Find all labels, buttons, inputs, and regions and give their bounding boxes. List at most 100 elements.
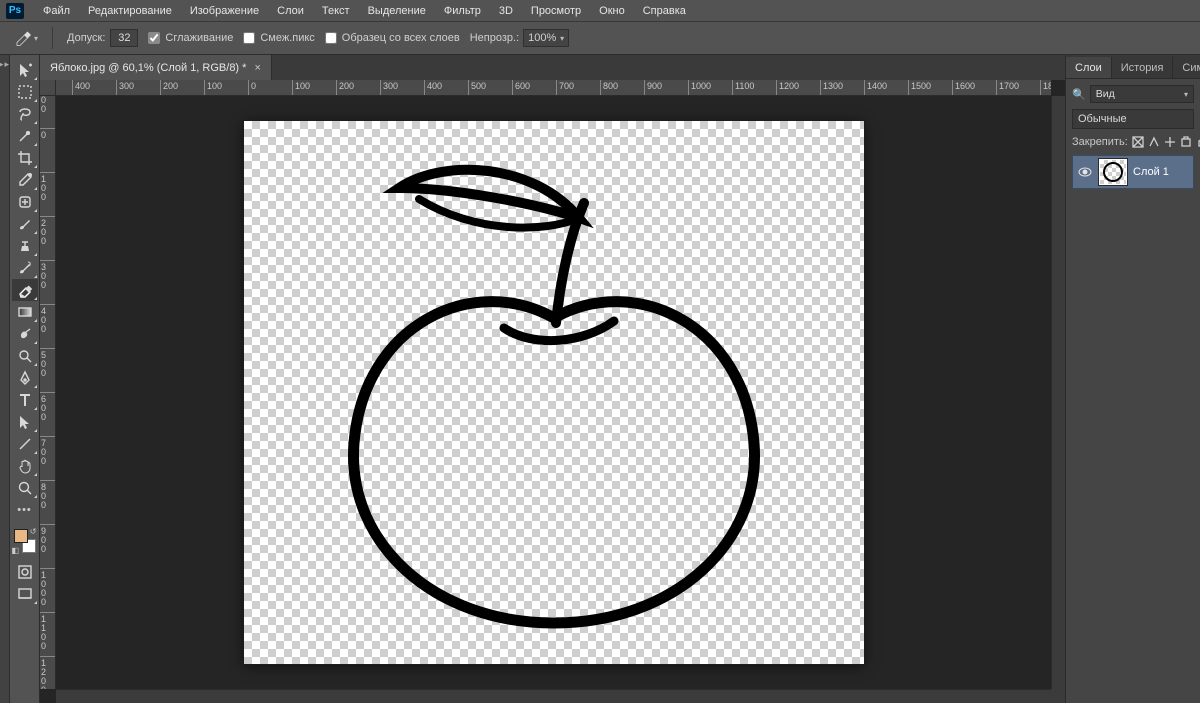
type-tool[interactable] (12, 389, 38, 411)
lock-position-icon[interactable] (1164, 135, 1176, 149)
menu-text[interactable]: Текст (313, 2, 359, 20)
menu-image[interactable]: Изображение (181, 2, 268, 20)
tolerance-input[interactable] (110, 29, 138, 47)
visibility-icon[interactable] (1077, 165, 1093, 179)
gradient-tool[interactable] (12, 301, 38, 323)
antialias-input[interactable] (148, 32, 160, 44)
lock-artboard-icon[interactable] (1180, 135, 1192, 149)
brush-tool[interactable] (12, 213, 38, 235)
layers-panel: 🔍 Вид ▾ Обычные Закрепить: Слой (1066, 79, 1200, 703)
layer-filter-kind[interactable]: Вид ▾ (1090, 85, 1194, 103)
antialias-checkbox[interactable]: Сглаживание (148, 32, 233, 44)
all-layers-checkbox[interactable]: Образец со всех слоев (325, 32, 460, 44)
layer-name[interactable]: Слой 1 (1133, 166, 1169, 178)
eyedropper-tool[interactable] (12, 169, 38, 191)
apple-artwork (284, 143, 824, 643)
close-icon[interactable]: × (254, 62, 260, 74)
chevron-down-icon: ▾ (560, 34, 564, 43)
pen-tool[interactable] (12, 367, 38, 389)
screen-mode-button[interactable] (12, 583, 38, 605)
healing-brush-tool[interactable] (12, 191, 38, 213)
lasso-tool[interactable] (12, 103, 38, 125)
edit-toolbar-button[interactable]: ••• (12, 499, 38, 521)
app-logo: Ps (6, 3, 24, 19)
lock-label: Закрепить: (1072, 136, 1128, 148)
menu-view[interactable]: Просмотр (522, 2, 590, 20)
dodge-tool[interactable] (12, 345, 38, 367)
layer-thumbnail[interactable] (1099, 159, 1127, 185)
menu-3d[interactable]: 3D (490, 2, 522, 20)
all-layers-input[interactable] (325, 32, 337, 44)
horizontal-scrollbar[interactable] (56, 689, 1051, 703)
menu-layers[interactable]: Слои (268, 2, 313, 20)
horizontal-ruler[interactable]: 4003002001000100200300400500600700800900… (56, 80, 1051, 96)
opacity-input[interactable]: 100% ▾ (523, 29, 569, 47)
panel-tab-history[interactable]: История (1112, 57, 1174, 78)
path-select-tool[interactable] (12, 411, 38, 433)
menu-edit[interactable]: Редактирование (79, 2, 181, 20)
contiguous-input[interactable] (243, 32, 255, 44)
opacity-field: Непрозр.: 100% ▾ (470, 29, 569, 47)
color-swatches[interactable]: ↺◧ (12, 527, 38, 555)
vertical-ruler[interactable]: 1000100200300400500600700800900100011001… (40, 80, 56, 689)
lock-all-icon[interactable] (1196, 135, 1200, 149)
canvas-viewport[interactable] (56, 96, 1051, 689)
panel-tabs: Слои История Символ (1066, 55, 1200, 79)
panel-tab-character[interactable]: Символ (1173, 57, 1200, 78)
right-panels: Слои История Символ 🔍 Вид ▾ Обычные Закр… (1065, 55, 1200, 703)
move-tool[interactable] (12, 59, 38, 81)
ruler-corner (40, 80, 56, 96)
menu-help[interactable]: Справка (634, 2, 695, 20)
crop-tool[interactable] (12, 147, 38, 169)
lock-transparent-icon[interactable] (1132, 135, 1144, 149)
layer-filter-kind-label: Вид (1096, 88, 1115, 100)
canvas[interactable] (244, 121, 864, 664)
document-tab-title: Яблоко.jpg @ 60,1% (Слой 1, RGB/8) * (50, 62, 246, 74)
tolerance-label: Допуск: (67, 32, 105, 44)
zoom-tool[interactable] (12, 477, 38, 499)
lock-pixels-icon[interactable] (1148, 135, 1160, 149)
document-tab-strip: Яблоко.jpg @ 60,1% (Слой 1, RGB/8) * × (40, 55, 1065, 80)
hand-tool[interactable] (12, 455, 38, 477)
separator (52, 27, 53, 49)
chevron-down-icon: ▾ (1184, 90, 1188, 99)
menu-select[interactable]: Выделение (359, 2, 435, 20)
magic-wand-tool[interactable] (12, 125, 38, 147)
quick-mask-button[interactable] (12, 561, 38, 583)
contiguous-label: Смеж.пикс (260, 32, 314, 44)
all-layers-label: Образец со всех слоев (342, 32, 460, 44)
document-tab[interactable]: Яблоко.jpg @ 60,1% (Слой 1, RGB/8) * × (40, 55, 272, 80)
search-icon: 🔍 (1072, 88, 1086, 101)
menu-window[interactable]: Окно (590, 2, 634, 20)
clone-stamp-tool[interactable] (12, 235, 38, 257)
antialias-label: Сглаживание (165, 32, 233, 44)
document-area: Яблоко.jpg @ 60,1% (Слой 1, RGB/8) * × 4… (40, 55, 1065, 703)
opacity-label: Непрозр.: (470, 32, 519, 44)
layer-row[interactable]: Слой 1 (1072, 155, 1194, 189)
opacity-value: 100% (528, 32, 556, 44)
blend-mode-select[interactable]: Обычные (1072, 109, 1194, 129)
expand-icon: ▸▸ (0, 59, 10, 70)
history-brush-tool[interactable] (12, 257, 38, 279)
tolerance-field: Допуск: (67, 29, 138, 47)
line-tool[interactable] (12, 433, 38, 455)
options-bar: ▾ Допуск: Сглаживание Смеж.пикс Образец … (0, 21, 1200, 55)
vertical-scrollbar[interactable] (1051, 96, 1065, 689)
contiguous-checkbox[interactable]: Смеж.пикс (243, 32, 314, 44)
toolbox: •••↺◧ (10, 55, 40, 703)
swap-colors-icon[interactable]: ↺ (30, 527, 37, 536)
panel-tab-layers[interactable]: Слои (1066, 57, 1112, 78)
menu-filter[interactable]: Фильтр (435, 2, 490, 20)
current-tool-icon[interactable]: ▾ (14, 27, 38, 49)
panel-expand-strip[interactable]: ▸▸ (0, 55, 10, 703)
smudge-tool[interactable] (12, 323, 38, 345)
scroll-corner (1051, 689, 1065, 703)
eraser-tool[interactable] (12, 279, 38, 301)
lock-row: Закрепить: (1072, 135, 1194, 149)
menu-bar: Ps Файл Редактирование Изображение Слои … (0, 0, 1200, 21)
foreground-color-swatch[interactable] (14, 529, 28, 543)
default-colors-icon[interactable]: ◧ (12, 546, 20, 555)
menu-file[interactable]: Файл (34, 2, 79, 20)
marquee-tool[interactable] (12, 81, 38, 103)
blend-mode-value: Обычные (1078, 113, 1127, 125)
